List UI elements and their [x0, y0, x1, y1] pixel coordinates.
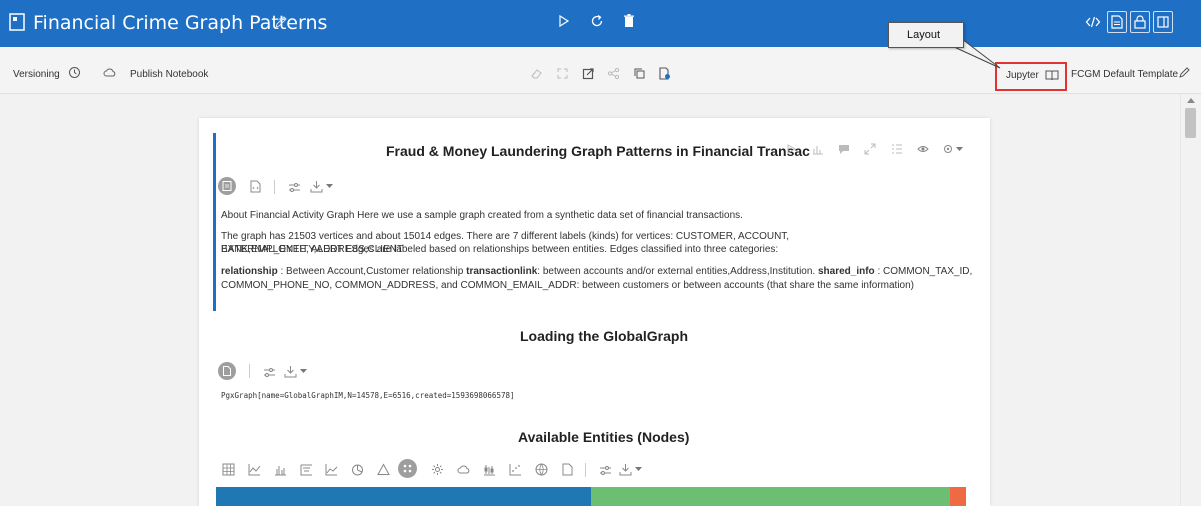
visualization-icon[interactable] — [812, 143, 824, 155]
selected-paragraph-indicator — [213, 133, 216, 311]
publish-notebook-button[interactable]: Publish Notebook — [130, 69, 208, 80]
download-icon[interactable] — [619, 463, 632, 476]
map-chart-icon[interactable] — [535, 463, 548, 476]
intro-line-2b: BANK,EMPLOYEE, ALERT Edges are labeled b… — [221, 244, 779, 255]
export-icon[interactable] — [582, 67, 595, 80]
trash-icon[interactable] — [621, 13, 637, 29]
intro-line-3-part3: : COMMON_TAX_ID, — [874, 266, 973, 277]
graph-view-icon — [403, 464, 412, 473]
cloud-chart-icon[interactable] — [457, 463, 470, 476]
graph-output: PgxGraph[name=GlobalGraphIM,N=14578,E=65… — [221, 391, 515, 400]
notebook-icon — [9, 13, 25, 31]
paragraph-options-icon[interactable] — [288, 181, 301, 194]
versioning-button[interactable]: Versioning — [13, 69, 60, 80]
chart-bar-segment[interactable] — [216, 487, 591, 506]
box-plot-icon[interactable] — [483, 463, 496, 476]
markdown-icon — [222, 181, 232, 191]
intro-line-4: COMMON_PHONE_NO, COMMON_ADDRESS, and COM… — [221, 280, 915, 291]
toolbar-separator — [249, 364, 250, 378]
notebook-paragraphs — [199, 118, 990, 506]
area-chart-icon[interactable] — [325, 463, 338, 476]
run-paragraph-icon[interactable] — [785, 143, 797, 155]
book-icon — [1045, 70, 1059, 81]
line-chart-icon[interactable] — [248, 463, 261, 476]
paragraph-title-intro: Fraud & Money Laundering Graph Patterns … — [386, 143, 810, 159]
paragraph-options-icon[interactable] — [263, 366, 276, 379]
edit-title-icon[interactable] — [274, 15, 288, 29]
intro-line-3-part2: : between accounts and/or external entit… — [537, 266, 818, 277]
intro-line-1: About Financial Activity Graph Here we u… — [221, 210, 743, 221]
term-transactionlink: transactionlink — [466, 266, 538, 277]
paragraph-title-entities: Available Entities (Nodes) — [518, 429, 690, 445]
template-selector[interactable]: FCGM Default Template — [1071, 69, 1178, 80]
code-view-icon[interactable] — [1085, 14, 1101, 30]
graph-view-button[interactable] — [398, 459, 417, 478]
table-chart-icon[interactable] — [222, 463, 235, 476]
clear-output-icon[interactable] — [530, 67, 543, 80]
panel-icon — [1157, 16, 1169, 28]
report-view-button[interactable] — [1107, 11, 1127, 33]
maximize-icon[interactable] — [864, 143, 876, 155]
interpreter-label: Jupyter — [1006, 70, 1039, 81]
eye-icon[interactable] — [917, 143, 929, 155]
lock-button[interactable] — [1130, 11, 1150, 33]
layout-callout: Layout — [888, 22, 964, 48]
sunburst-chart-icon[interactable] — [431, 463, 444, 476]
scatter-chart-icon[interactable] — [509, 463, 522, 476]
markdown-mode-button[interactable] — [218, 177, 236, 195]
pyramid-chart-icon[interactable] — [377, 463, 390, 476]
pencil-icon[interactable] — [1178, 66, 1191, 79]
term-shared-info: shared_info — [817, 266, 875, 277]
download-chevron-icon[interactable] — [300, 368, 307, 374]
scroll-thumb[interactable] — [1185, 108, 1196, 138]
download-icon[interactable] — [284, 365, 297, 378]
notebook-settings-icon[interactable] — [658, 67, 671, 80]
intro-line-3: relationship : Between Account,Customer … — [221, 265, 972, 278]
toolbar-separator — [274, 180, 275, 194]
history-icon[interactable] — [68, 66, 81, 79]
cloud-icon — [103, 68, 116, 77]
interpreter-selector[interactable]: Jupyter — [995, 62, 1067, 91]
share-icon[interactable] — [607, 67, 620, 80]
callout-text: Layout — [907, 29, 941, 41]
download-chevron-icon[interactable] — [635, 466, 642, 472]
copy-icon[interactable] — [633, 67, 646, 80]
run-all-icon[interactable] — [556, 13, 572, 29]
script-mode-button[interactable] — [218, 362, 236, 380]
bar-chart-icon[interactable] — [274, 463, 287, 476]
notebook-titlebar: Financial Crime Graph Patterns — [0, 0, 1201, 47]
funnel-chart-icon[interactable] — [300, 463, 313, 476]
download-chevron-icon[interactable] — [326, 183, 333, 189]
chart-bar-segment[interactable] — [950, 487, 966, 506]
intro-line-3-part1: : Between Account,Customer relationship — [277, 266, 467, 277]
scroll-up-arrow-icon[interactable] — [1187, 98, 1195, 103]
expand-icon[interactable] — [556, 67, 569, 80]
notebook-toolbar: Versioning Publish Notebook Jupyter FCGM… — [0, 47, 1201, 94]
term-relationship: relationship — [221, 266, 278, 277]
script-mode-icon — [223, 366, 231, 376]
paragraph-settings-icon[interactable] — [942, 143, 954, 155]
toolbar-separator — [585, 463, 586, 477]
lock-icon — [1134, 15, 1146, 29]
paragraph-title-loading: Loading the GlobalGraph — [520, 328, 688, 344]
list-icon[interactable] — [891, 143, 903, 155]
vertical-scrollbar[interactable] — [1180, 94, 1201, 506]
chart-bar-segment[interactable] — [591, 487, 950, 506]
comment-icon[interactable] — [838, 143, 850, 155]
refresh-icon[interactable] — [589, 13, 605, 29]
paragraph-options-icon[interactable] — [599, 464, 612, 477]
chevron-down-icon[interactable] — [956, 146, 963, 152]
script-icon[interactable] — [561, 463, 574, 476]
split-panel-button[interactable] — [1153, 11, 1173, 33]
script-icon[interactable] — [249, 180, 262, 193]
download-icon[interactable] — [310, 180, 323, 193]
document-icon — [1111, 15, 1123, 29]
pie-chart-icon[interactable] — [351, 463, 364, 476]
